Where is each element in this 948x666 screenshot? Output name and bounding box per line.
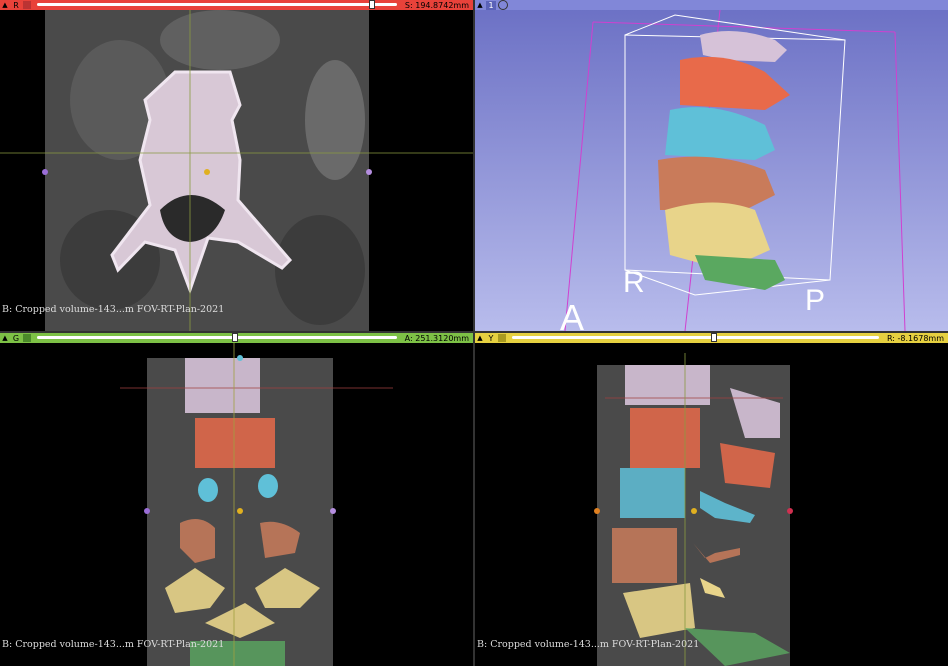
vertical-divider[interactable] — [473, 0, 475, 666]
horizontal-divider[interactable] — [0, 331, 948, 333]
green-slice-view[interactable]: ▲ G A: 251.3120mm B: Cropped volume-143.… — [0, 333, 473, 666]
green-view-controller-bar: ▲ G A: 251.3120mm — [0, 333, 473, 343]
pin-icon[interactable]: ▲ — [0, 333, 10, 343]
yellow-slice-view[interactable]: ▲ Y R: -8.1678mm B: Cropped volume-143..… — [475, 333, 948, 666]
slice-position-value: S: 194.8742mm — [404, 0, 469, 10]
red-slice-view[interactable]: ▲ R S: 194.8742mm B: Cropped volume-143.… — [0, 0, 473, 331]
view-label: Y — [488, 333, 494, 343]
3d-render: R P A — [560, 10, 906, 331]
link-icon[interactable] — [23, 334, 31, 342]
volume-caption: B: Cropped volume-143...m FOV-RT-Plan-20… — [477, 639, 700, 650]
slice-position-value: R: -8.1678mm — [886, 333, 944, 343]
pin-icon[interactable]: ▲ — [475, 0, 485, 10]
pin-icon[interactable]: ▲ — [475, 333, 485, 343]
red-view-controller-bar: ▲ R S: 194.8742mm — [0, 0, 473, 10]
slice-position-value: A: 251.3120mm — [404, 333, 469, 343]
3d-view[interactable]: ▲ 1 R P A — [475, 0, 948, 331]
pin-icon[interactable]: ▲ — [0, 0, 10, 10]
link-icon[interactable] — [498, 334, 506, 342]
orientation-label-r: R — [623, 266, 645, 299]
sagittal-ct-image — [594, 353, 793, 666]
axial-ct-image — [0, 10, 473, 331]
yellow-view-controller-bar: ▲ Y R: -8.1678mm — [475, 333, 948, 343]
orientation-label-p: P — [805, 284, 825, 317]
view-label: 1 — [486, 0, 496, 10]
view-label: G — [12, 333, 20, 343]
coronal-ct-image — [120, 343, 393, 666]
slice-offset-slider[interactable] — [37, 0, 397, 10]
3d-view-controller-bar: ▲ 1 — [475, 0, 948, 10]
slice-offset-slider[interactable] — [37, 333, 397, 343]
slice-offset-slider[interactable] — [512, 333, 879, 343]
gear-icon[interactable] — [498, 0, 508, 10]
orientation-label-a: A — [560, 297, 584, 331]
view-label: R — [13, 0, 19, 10]
link-icon[interactable] — [23, 1, 31, 9]
volume-caption: B: Cropped volume-143...m FOV-RT-Plan-20… — [2, 304, 225, 315]
volume-caption: B: Cropped volume-143...m FOV-RT-Plan-20… — [2, 639, 225, 650]
